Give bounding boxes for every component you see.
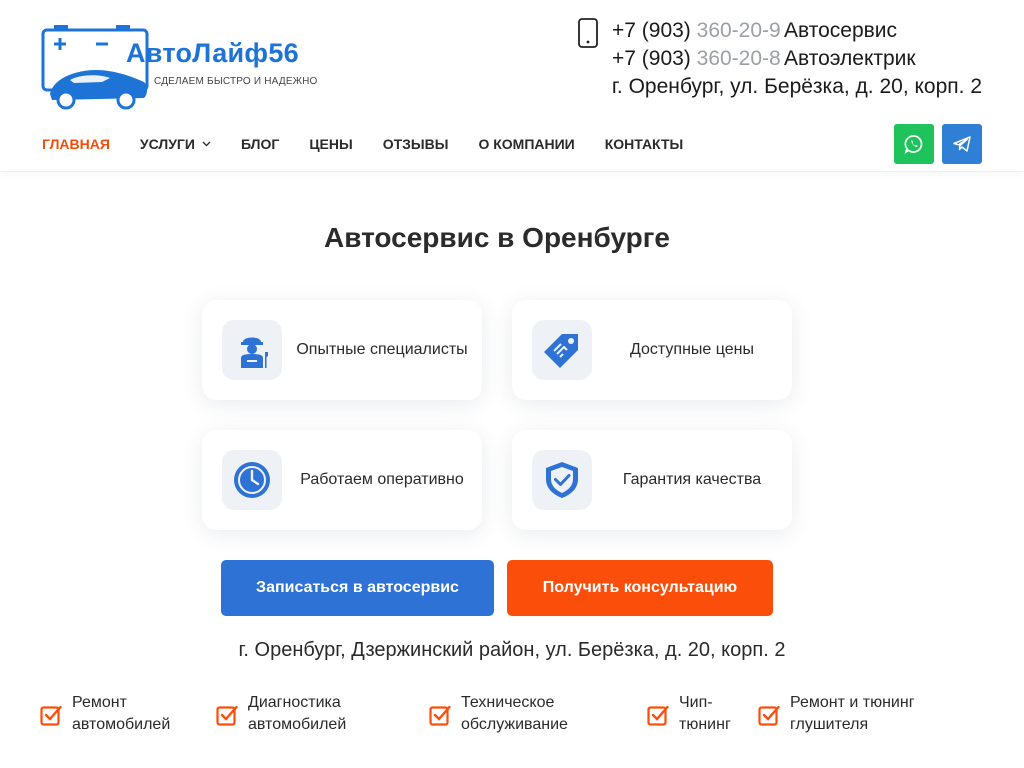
mechanic-icon <box>241 337 268 368</box>
phone-number: +7 (903) <box>612 47 691 70</box>
service-item[interactable]: Чип-тюнинг <box>647 692 739 736</box>
checkbox-check-icon <box>647 705 669 726</box>
service-item[interactable]: Диагностика автомобилей <box>216 692 368 736</box>
service-address: г. Оренбург, Дзержинский район, ул. Берё… <box>238 639 786 661</box>
header-address: г. Оренбург, ул. Берёзка, д. 20, корп. 2 <box>611 75 982 98</box>
phone-autoservice[interactable]: +7 (903) 360-20-9 Автосервис <box>612 19 897 43</box>
feature-label: Доступные цены <box>630 341 754 358</box>
phone-role-label: Автоэлектрик <box>784 47 916 70</box>
clock-icon <box>234 462 270 498</box>
service-item[interactable]: Техническое обслуживание <box>429 692 591 736</box>
service-label: Техническое обслуживание <box>461 694 568 733</box>
shield-check-icon <box>546 462 578 498</box>
logo[interactable]: АвтоЛайф56 СДЕЛАЕМ БЫСТРО И НАДЕЖНО <box>40 20 320 112</box>
telegram-icon <box>953 136 971 152</box>
price-tag-icon <box>544 334 578 368</box>
phone-number: +7 (903) <box>612 19 691 42</box>
site-header: АвтоЛайф56 СДЕЛАЕМ БЫСТРО И НАДЕЖНО +7 (… <box>0 0 1024 172</box>
consultation-button[interactable]: Получить консультацию <box>507 560 773 616</box>
service-label: Ремонт и тюнинг глушителя <box>790 694 915 733</box>
feature-card: Гарантия качества <box>512 430 792 530</box>
phone-autoelectric[interactable]: +7 (903) 360-20-8 Автоэлектрик <box>612 47 916 71</box>
signup-button[interactable]: Записаться в автосервис <box>221 560 494 616</box>
feature-label: Работаем оперативно <box>300 471 464 488</box>
nav-item-prices[interactable]: Цены <box>309 136 352 152</box>
whatsapp-button[interactable] <box>894 124 934 164</box>
page-title: Автосервис в Оренбурге <box>324 222 670 253</box>
service-item[interactable]: Ремонт и тюнинг глушителя <box>758 692 940 736</box>
phone-icon <box>578 18 598 48</box>
feature-label: Опытные специалисты <box>296 341 468 358</box>
service-label: Диагностика автомобилей <box>248 694 347 733</box>
nav-item-contacts[interactable]: Контакты <box>605 136 683 152</box>
checkbox-check-icon <box>40 705 62 726</box>
nav-item-blog[interactable]: Блог <box>241 136 279 152</box>
nav-item-reviews[interactable]: Отзывы <box>383 136 449 152</box>
nav-item-home[interactable]: Главная <box>42 136 110 152</box>
checkbox-check-icon <box>216 705 238 726</box>
logo-title: АвтоЛайф56 <box>126 38 299 68</box>
checkbox-check-icon <box>758 705 780 726</box>
whatsapp-icon <box>904 135 923 154</box>
feature-card: Опытные специалисты <box>202 300 482 400</box>
nav-item-label: Услуги <box>139 136 195 152</box>
phone-number-hidden: 360-20-8 <box>690 47 781 70</box>
feature-label: Гарантия качества <box>622 471 762 488</box>
chevron-down-icon <box>202 141 211 147</box>
main-nav: Главная Услуги Блог Цены Отзывы О компан… <box>42 134 713 154</box>
feature-card: Доступные цены <box>512 300 792 400</box>
service-label: Чип-тюнинг <box>679 694 731 733</box>
phone-role-label: Автосервис <box>784 19 898 42</box>
logo-tagline: СДЕЛАЕМ БЫСТРО И НАДЕЖНО <box>154 76 318 87</box>
feature-card: Работаем оперативно <box>202 430 482 530</box>
nav-item-about[interactable]: О компании <box>478 136 574 152</box>
contacts-block: +7 (903) 360-20-9 Автосервис +7 (903) 36… <box>562 16 982 106</box>
nav-item-services[interactable]: Услуги <box>140 136 211 152</box>
service-label: Ремонт автомобилей <box>72 694 171 733</box>
checkbox-check-icon <box>429 705 451 726</box>
telegram-button[interactable] <box>942 124 982 164</box>
phone-number-hidden: 360-20-9 <box>690 19 781 42</box>
service-item[interactable]: Ремонт автомобилей <box>40 692 192 736</box>
